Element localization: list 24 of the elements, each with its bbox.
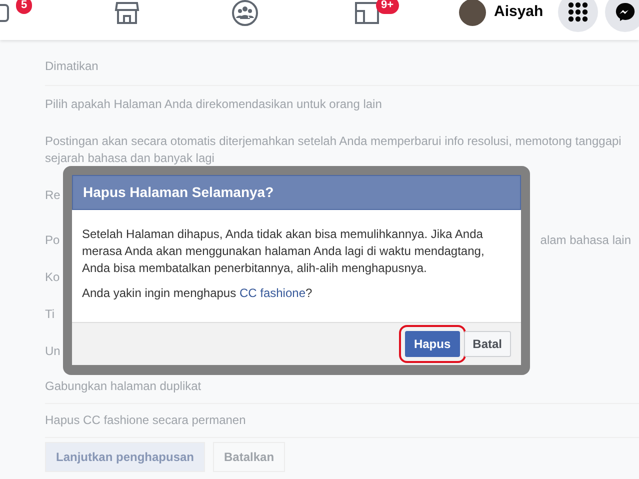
dialog-message: Setelah Halaman dihapus, Anda tidak akan bisa memulihkannya. Jika Anda merasa Anda akan menggunakan halaman Anda lagi di waktu mendagtang, Anda bisa membatalkan penerbitannya, alih-alih menghapusnya.: [82, 226, 486, 277]
notification-badge: 5: [16, 0, 32, 14]
setting-text: Postingan akan secara otomatis diterjemahkan setelah Anda memperbarui info resolusi, memotong tanggapi sejarah bahasa dan banyak lagi: [45, 133, 622, 167]
dialog-title: Hapus Halaman Selamanya?: [72, 175, 521, 210]
notification-badge: 9+: [376, 0, 399, 14]
setting-text: Re: [45, 187, 60, 204]
setting-text: Po: [45, 232, 60, 249]
groups-icon[interactable]: [230, 0, 260, 28]
setting-text: Hapus CC fashione secara permanen: [45, 412, 246, 429]
avatar-photo[interactable]: [459, 0, 486, 26]
setting-text: alam bahasa lain: [540, 232, 631, 249]
dialog-question: Anda yakin ingin menghapus CC fashione?: [82, 285, 314, 302]
menu-button[interactable]: [558, 0, 598, 32]
menu-icon: [568, 2, 588, 22]
setting-text: Gabungkan halaman duplikat: [45, 378, 202, 395]
setting-text: Pilih apakah Halaman Anda direkomendasikan untuk orang lain: [45, 96, 382, 113]
setting-text: Ko: [45, 269, 60, 286]
profile-name[interactable]: Aisyah: [494, 1, 544, 24]
messenger-icon: [615, 2, 635, 22]
setting-text: Dimatikan: [45, 58, 98, 75]
setting-text: Un: [45, 343, 60, 360]
setting-text: Ti: [45, 306, 55, 323]
page-link[interactable]: CC fashione: [239, 286, 306, 300]
cancel-button[interactable]: Batal: [464, 331, 511, 357]
